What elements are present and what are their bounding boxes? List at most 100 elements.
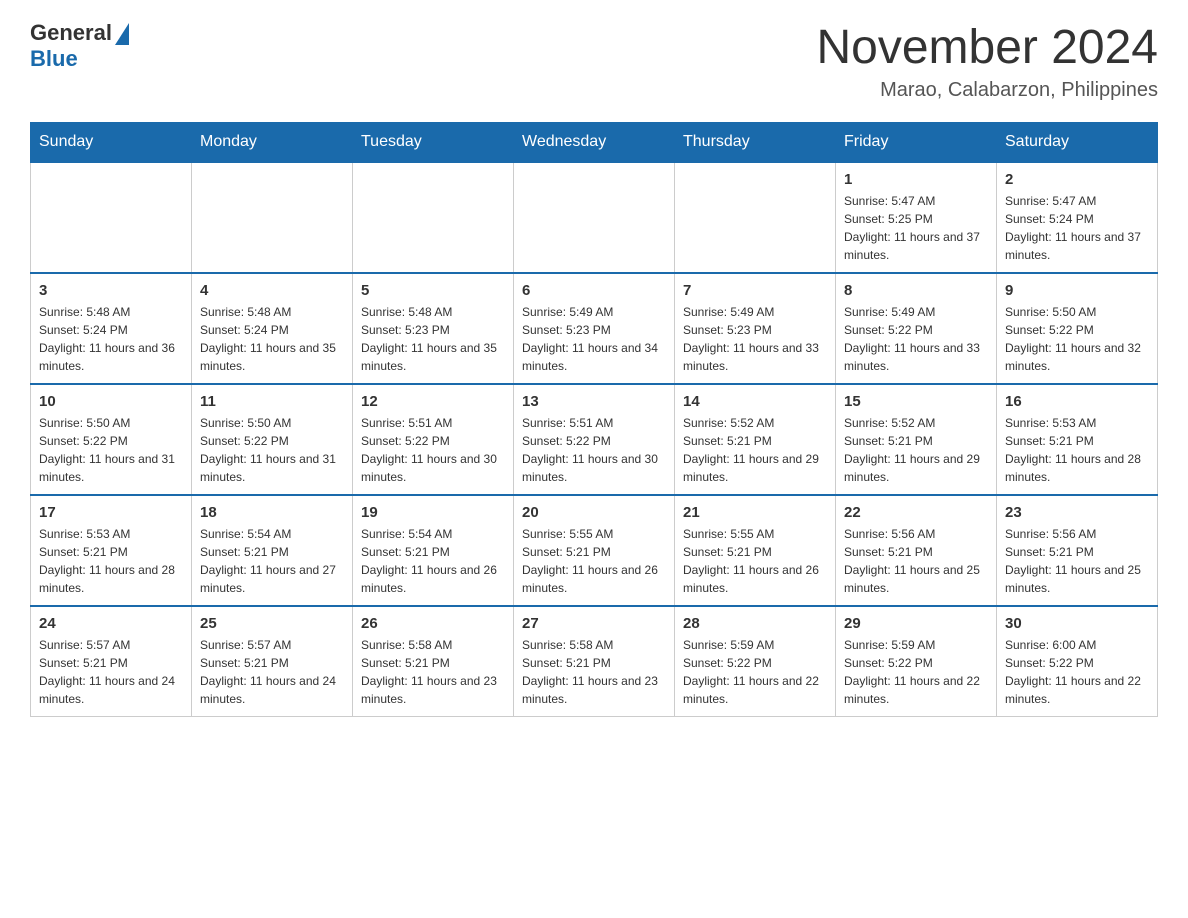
page-subtitle: Marao, Calabarzon, Philippines — [816, 79, 1158, 102]
calendar-cell: 4 Sunrise: 5:48 AMSunset: 5:24 PMDaylight… — [192, 273, 353, 384]
calendar-cell: 17Sunrise: 5:53 AMSunset: 5:21 PMDayligh… — [31, 495, 192, 606]
day-info: Sunrise: 5:55 AMSunset: 5:21 PMDaylight:… — [683, 525, 827, 597]
calendar-cell: 20 Sunrise: 5:55 AMSunset: 5:21 PMDayligh… — [514, 495, 675, 606]
week-row: 10 Sunrise: 5:50 AMSunset: 5:22 PMDayligh… — [31, 384, 1158, 495]
calendar-cell: 8 Sunrise: 5:49 AMSunset: 5:22 PMDaylight… — [836, 273, 997, 384]
day-info: Sunrise: 5:55 AMSunset: 5:21 PMDaylight:… — [522, 525, 666, 597]
day-info: Sunrise: 5:50 AMSunset: 5:22 PMDaylight:… — [1005, 303, 1149, 375]
calendar-cell: 30 Sunrise: 6:00 AMSunset: 5:22 PMDayligh… — [997, 606, 1158, 717]
logo-blue-text: Blue — [30, 46, 78, 72]
day-number: 5 — [361, 282, 505, 299]
calendar-day-header: Tuesday — [353, 123, 514, 163]
page-title: November 2024 — [816, 20, 1158, 75]
calendar-cell: 10Sunrise: 5:50 AMSunset: 5:22 PMDayligh… — [31, 384, 192, 495]
day-number: 21 — [683, 504, 827, 521]
day-info: Sunrise: 5:53 AMSunset: 5:21 PMDaylight:… — [1005, 414, 1149, 486]
calendar-cell: 9 Sunrise: 5:50 AMSunset: 5:22 PMDaylight… — [997, 273, 1158, 384]
day-number: 23 — [1005, 504, 1149, 521]
day-number: 4 — [200, 282, 344, 299]
day-number: 26 — [361, 615, 505, 632]
day-number: 3 — [39, 282, 183, 299]
day-info: Sunrise: 5:47 AMSunset: 5:25 PMDaylight:… — [844, 192, 988, 264]
day-number: 25 — [200, 615, 344, 632]
calendar-cell: 3 Sunrise: 5:48 AMSunset: 5:24 PMDaylight… — [31, 273, 192, 384]
day-number: 1 — [844, 171, 988, 188]
week-row: 3 Sunrise: 5:48 AMSunset: 5:24 PMDaylight… — [31, 273, 1158, 384]
calendar-cell: 2Sunrise: 5:47 AMSunset: 5:24 PMDaylight… — [997, 162, 1158, 273]
day-info: Sunrise: 5:49 AMSunset: 5:23 PMDaylight:… — [683, 303, 827, 375]
day-info: Sunrise: 5:48 AMSunset: 5:23 PMDaylight:… — [361, 303, 505, 375]
day-info: Sunrise: 5:47 AMSunset: 5:24 PMDaylight:… — [1005, 192, 1149, 264]
calendar-day-header: Monday — [192, 123, 353, 163]
calendar-cell: 14Sunrise: 5:52 AMSunset: 5:21 PMDayligh… — [675, 384, 836, 495]
day-number: 19 — [361, 504, 505, 521]
calendar-cell: 29 Sunrise: 5:59 AMSunset: 5:22 PMDayligh… — [836, 606, 997, 717]
logo-general-text: General — [30, 20, 112, 46]
calendar-day-header: Sunday — [31, 123, 192, 163]
calendar-cell: 6 Sunrise: 5:49 AMSunset: 5:23 PMDaylight… — [514, 273, 675, 384]
calendar-cell: 24 Sunrise: 5:57 AMSunset: 5:21 PMDayligh… — [31, 606, 192, 717]
day-number: 12 — [361, 393, 505, 410]
calendar-cell: 19Sunrise: 5:54 AMSunset: 5:21 PMDayligh… — [353, 495, 514, 606]
week-row: 24 Sunrise: 5:57 AMSunset: 5:21 PMDayligh… — [31, 606, 1158, 717]
day-info: Sunrise: 5:57 AMSunset: 5:21 PMDaylight:… — [39, 636, 183, 708]
day-number: 15 — [844, 393, 988, 410]
day-info: Sunrise: 5:58 AMSunset: 5:21 PMDaylight:… — [361, 636, 505, 708]
calendar-cell: 13Sunrise: 5:51 AMSunset: 5:22 PMDayligh… — [514, 384, 675, 495]
day-info: Sunrise: 5:57 AMSunset: 5:21 PMDaylight:… — [200, 636, 344, 708]
calendar-cell — [31, 162, 192, 273]
week-row: 1 Sunrise: 5:47 AMSunset: 5:25 PMDaylight… — [31, 162, 1158, 273]
calendar-cell: 11Sunrise: 5:50 AMSunset: 5:22 PMDayligh… — [192, 384, 353, 495]
day-number: 27 — [522, 615, 666, 632]
day-info: Sunrise: 5:59 AMSunset: 5:22 PMDaylight:… — [844, 636, 988, 708]
calendar-cell — [675, 162, 836, 273]
day-info: Sunrise: 5:56 AMSunset: 5:21 PMDaylight:… — [844, 525, 988, 597]
day-number: 29 — [844, 615, 988, 632]
logo-triangle-icon — [115, 23, 129, 45]
calendar-cell: 12 Sunrise: 5:51 AMSunset: 5:22 PMDayligh… — [353, 384, 514, 495]
day-info: Sunrise: 5:56 AMSunset: 5:21 PMDaylight:… — [1005, 525, 1149, 597]
day-info: Sunrise: 5:51 AMSunset: 5:22 PMDaylight:… — [361, 414, 505, 486]
day-number: 6 — [522, 282, 666, 299]
calendar-cell: 5 Sunrise: 5:48 AMSunset: 5:23 PMDaylight… — [353, 273, 514, 384]
day-info: Sunrise: 5:50 AMSunset: 5:22 PMDaylight:… — [200, 414, 344, 486]
calendar-day-header: Wednesday — [514, 123, 675, 163]
calendar-day-header: Saturday — [997, 123, 1158, 163]
day-info: Sunrise: 5:53 AMSunset: 5:21 PMDaylight:… — [39, 525, 183, 597]
day-info: Sunrise: 5:48 AMSunset: 5:24 PMDaylight:… — [200, 303, 344, 375]
day-number: 28 — [683, 615, 827, 632]
day-info: Sunrise: 5:49 AMSunset: 5:22 PMDaylight:… — [844, 303, 988, 375]
calendar-cell: 26 Sunrise: 5:58 AMSunset: 5:21 PMDayligh… — [353, 606, 514, 717]
day-info: Sunrise: 6:00 AMSunset: 5:22 PMDaylight:… — [1005, 636, 1149, 708]
day-info: Sunrise: 5:48 AMSunset: 5:24 PMDaylight:… — [39, 303, 183, 375]
week-row: 17Sunrise: 5:53 AMSunset: 5:21 PMDayligh… — [31, 495, 1158, 606]
day-info: Sunrise: 5:58 AMSunset: 5:21 PMDaylight:… — [522, 636, 666, 708]
calendar-day-header: Friday — [836, 123, 997, 163]
day-number: 30 — [1005, 615, 1149, 632]
calendar-header-row: SundayMondayTuesdayWednesdayThursdayFrid… — [31, 123, 1158, 163]
day-number: 20 — [522, 504, 666, 521]
day-number: 9 — [1005, 282, 1149, 299]
calendar-cell: 28 Sunrise: 5:59 AMSunset: 5:22 PMDayligh… — [675, 606, 836, 717]
calendar-cell — [353, 162, 514, 273]
calendar-cell: 15Sunrise: 5:52 AMSunset: 5:21 PMDayligh… — [836, 384, 997, 495]
day-info: Sunrise: 5:59 AMSunset: 5:22 PMDaylight:… — [683, 636, 827, 708]
day-number: 8 — [844, 282, 988, 299]
calendar-cell: 7 Sunrise: 5:49 AMSunset: 5:23 PMDaylight… — [675, 273, 836, 384]
calendar-cell — [514, 162, 675, 273]
logo: General Blue — [30, 20, 129, 72]
day-number: 22 — [844, 504, 988, 521]
calendar-cell: 18Sunrise: 5:54 AMSunset: 5:21 PMDayligh… — [192, 495, 353, 606]
title-section: November 2024 Marao, Calabarzon, Philipp… — [816, 20, 1158, 102]
day-number: 7 — [683, 282, 827, 299]
calendar-cell: 27 Sunrise: 5:58 AMSunset: 5:21 PMDayligh… — [514, 606, 675, 717]
calendar-cell: 25 Sunrise: 5:57 AMSunset: 5:21 PMDayligh… — [192, 606, 353, 717]
day-number: 10 — [39, 393, 183, 410]
calendar-cell: 21 Sunrise: 5:55 AMSunset: 5:21 PMDayligh… — [675, 495, 836, 606]
day-number: 16 — [1005, 393, 1149, 410]
day-info: Sunrise: 5:49 AMSunset: 5:23 PMDaylight:… — [522, 303, 666, 375]
day-number: 24 — [39, 615, 183, 632]
page-header: General Blue November 2024 Marao, Calaba… — [30, 20, 1158, 102]
day-number: 13 — [522, 393, 666, 410]
day-info: Sunrise: 5:52 AMSunset: 5:21 PMDaylight:… — [683, 414, 827, 486]
